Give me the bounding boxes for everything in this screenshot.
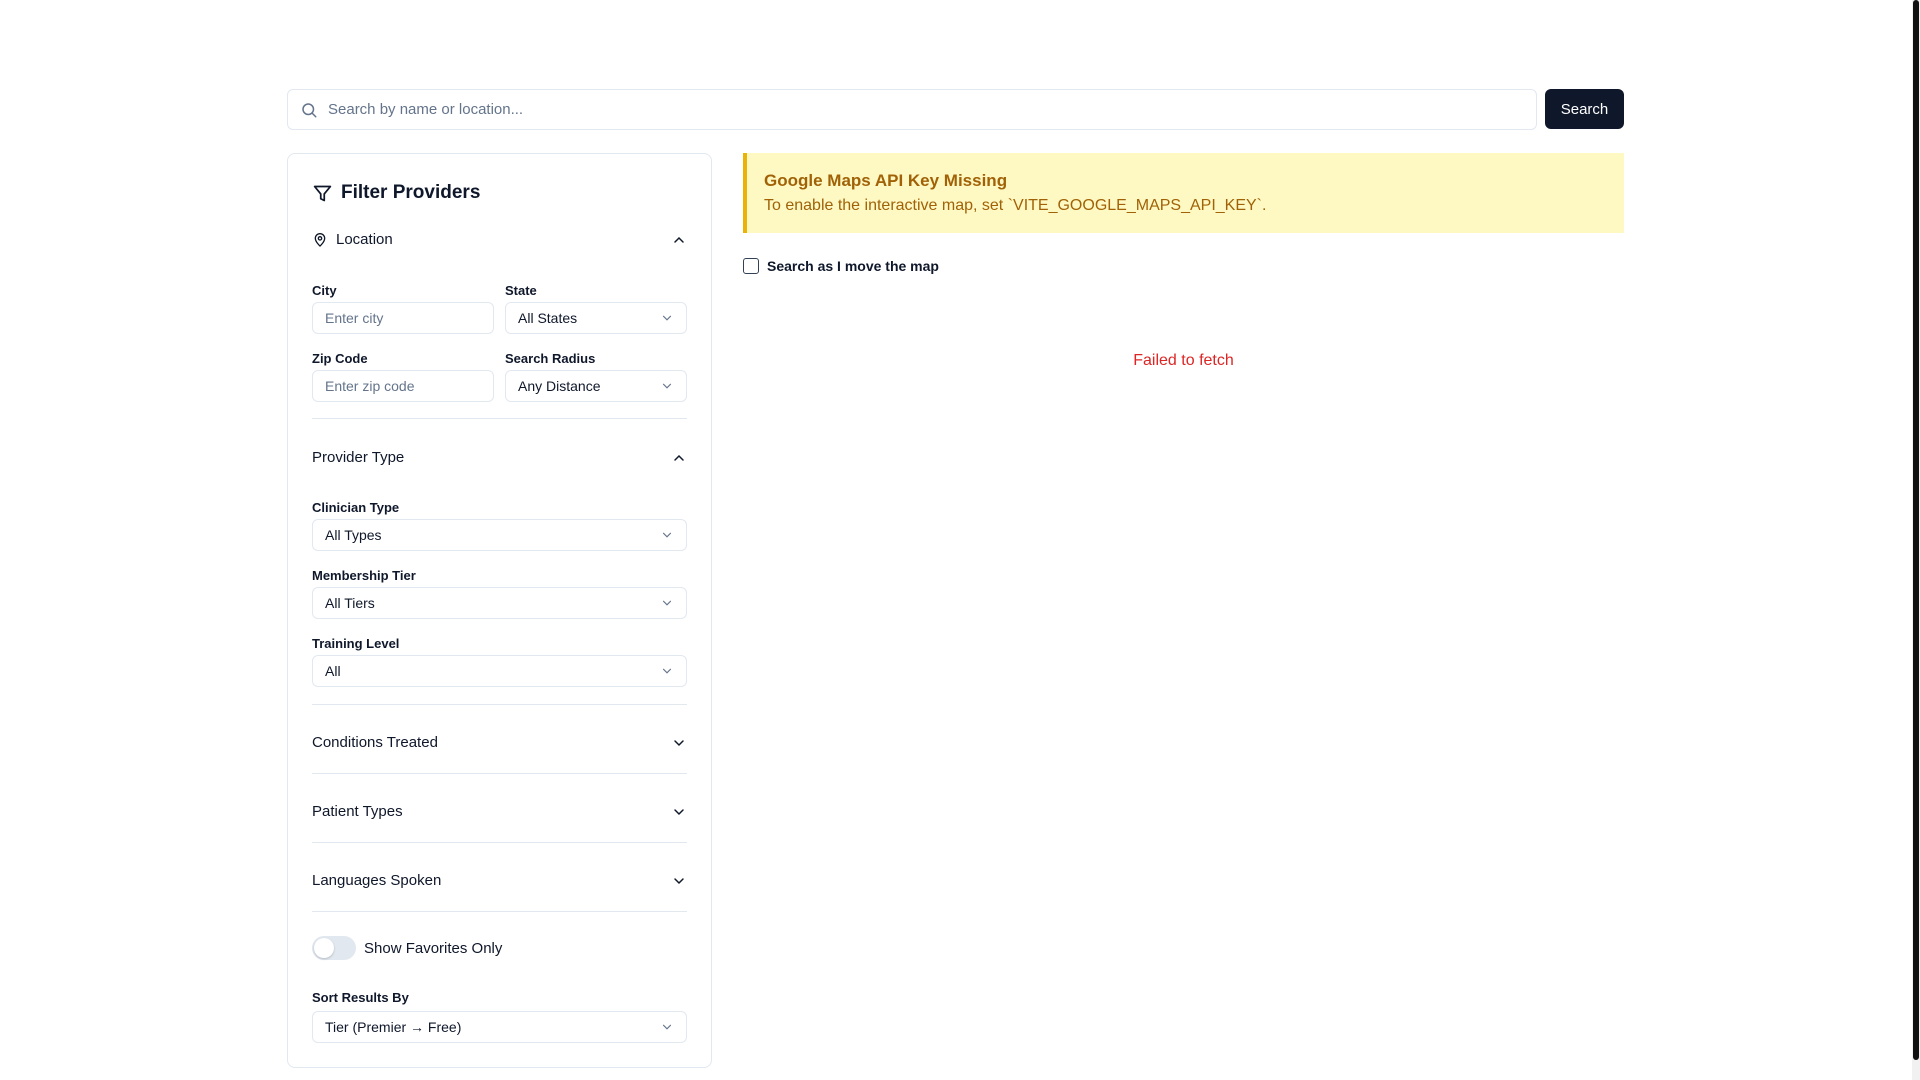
search-icon bbox=[302, 102, 317, 117]
chevron-down-icon bbox=[662, 1024, 672, 1030]
divider bbox=[312, 842, 687, 843]
chevron-up-icon[interactable] bbox=[671, 232, 687, 248]
sort-label: Sort Results By bbox=[312, 990, 409, 1005]
clinician-type-label: Clinician Type bbox=[312, 500, 400, 515]
section-languages-label: Languages Spoken bbox=[312, 872, 442, 889]
filter-panel-title: Filter Providers bbox=[312, 182, 480, 204]
favorites-toggle-row: Show Favorites Only bbox=[312, 936, 502, 960]
membership-tier-value: All Tiers bbox=[325, 595, 375, 611]
training-level-select[interactable]: All bbox=[312, 655, 687, 687]
state-label: State bbox=[505, 283, 537, 298]
toggle-knob bbox=[314, 938, 334, 958]
city-input[interactable] bbox=[312, 302, 494, 334]
search-as-move-row[interactable]: Search as I move the map bbox=[743, 258, 939, 274]
divider bbox=[312, 704, 687, 705]
chevron-down-icon bbox=[662, 668, 672, 674]
state-select[interactable]: All States bbox=[505, 302, 687, 334]
divider bbox=[312, 911, 687, 912]
search-box[interactable] bbox=[287, 89, 1537, 130]
radius-select-value: Any Distance bbox=[518, 378, 601, 394]
favorites-label: Show Favorites Only bbox=[364, 939, 503, 957]
search-as-move-label: Search as I move the map bbox=[767, 258, 939, 274]
search-input[interactable] bbox=[328, 101, 1536, 118]
chevron-down-icon bbox=[662, 532, 672, 538]
divider bbox=[312, 773, 687, 774]
radius-select[interactable]: Any Distance bbox=[505, 370, 687, 402]
search-as-move-checkbox[interactable] bbox=[743, 258, 759, 274]
section-languages-header[interactable]: Languages Spoken bbox=[312, 872, 687, 889]
alert-text: To enable the interactive map, set `VITE… bbox=[764, 197, 1267, 214]
section-patient-types-label: Patient Types bbox=[312, 803, 403, 820]
filter-panel: Filter Providers Location City State All… bbox=[287, 153, 712, 1068]
membership-tier-label: Membership Tier bbox=[312, 568, 416, 583]
zip-label: Zip Code bbox=[312, 351, 368, 366]
city-label: City bbox=[312, 283, 337, 298]
chevron-down-icon[interactable] bbox=[671, 873, 687, 889]
zip-input[interactable] bbox=[312, 370, 494, 402]
training-level-label: Training Level bbox=[312, 636, 400, 651]
section-location-label: Location bbox=[336, 231, 393, 248]
filter-icon bbox=[313, 185, 332, 201]
chevron-down-icon[interactable] bbox=[671, 804, 687, 820]
divider bbox=[312, 418, 687, 419]
search-bar: Search bbox=[287, 89, 1624, 130]
search-button[interactable]: Search bbox=[1545, 89, 1624, 129]
chevron-down-icon bbox=[662, 383, 672, 389]
sort-select[interactable]: Tier (Premier → Free) bbox=[312, 1011, 687, 1043]
clinician-type-value: All Types bbox=[325, 527, 382, 543]
sort-select-value: Tier (Premier → Free) bbox=[325, 1019, 462, 1035]
filter-title-text: Filter Providers bbox=[341, 182, 481, 203]
chevron-up-icon[interactable] bbox=[671, 450, 687, 466]
section-provider-type-header[interactable]: Provider Type bbox=[312, 449, 687, 466]
training-level-value: All bbox=[325, 663, 341, 679]
alert-title: Google Maps API Key Missing bbox=[764, 171, 1008, 190]
api-key-alert: Google Maps API Key Missing To enable th… bbox=[743, 153, 1624, 233]
page-scrollbar[interactable] bbox=[1912, 0, 1920, 1080]
scrollbar-thumb[interactable] bbox=[1913, 0, 1919, 1060]
section-location-header[interactable]: Location bbox=[312, 231, 687, 248]
chevron-down-icon bbox=[662, 600, 672, 606]
map-pin-icon bbox=[314, 232, 326, 247]
favorites-toggle[interactable] bbox=[312, 936, 356, 960]
error-message: Failed to fetch bbox=[1133, 352, 1234, 369]
radius-label: Search Radius bbox=[505, 351, 596, 366]
membership-tier-select[interactable]: All Tiers bbox=[312, 587, 687, 619]
section-conditions-header[interactable]: Conditions Treated bbox=[312, 734, 687, 751]
section-provider-type-label: Provider Type bbox=[312, 449, 405, 466]
section-conditions-label: Conditions Treated bbox=[312, 734, 438, 751]
state-select-value: All States bbox=[518, 310, 578, 326]
section-patient-types-header[interactable]: Patient Types bbox=[312, 803, 687, 820]
clinician-type-select[interactable]: All Types bbox=[312, 519, 687, 551]
chevron-down-icon bbox=[662, 315, 672, 321]
chevron-down-icon[interactable] bbox=[671, 735, 687, 751]
